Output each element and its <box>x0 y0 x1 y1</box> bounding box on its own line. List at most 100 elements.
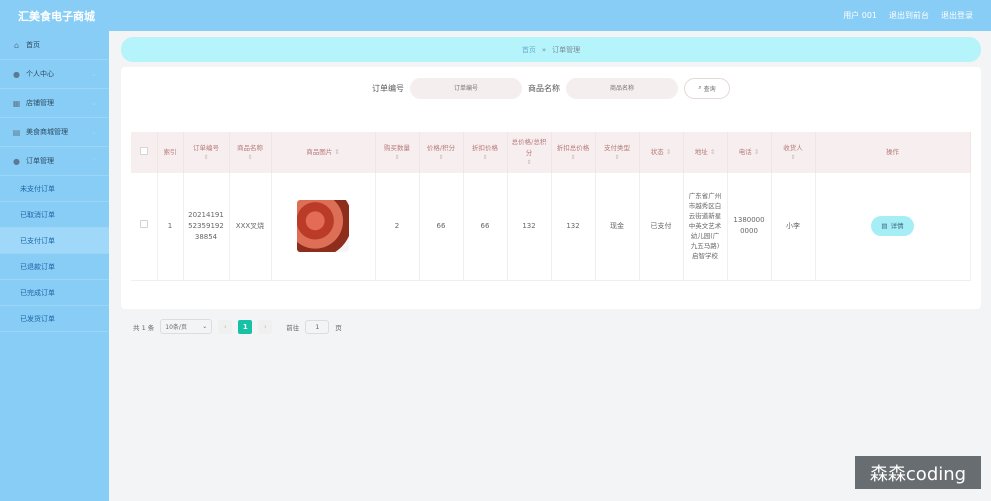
select-all-checkbox[interactable] <box>139 146 148 155</box>
cell-discount-price: 66 <box>463 173 508 281</box>
prev-page-button[interactable]: ‹ <box>218 319 233 334</box>
sort-icon[interactable]: ⇕ <box>710 148 715 156</box>
sidebar-subitem-paid[interactable]: 已支付订单 <box>0 228 109 254</box>
cell-address: 广东省广州市越秀区白云街道新星中英文艺术幼儿园(广九五马路)启智学校 <box>683 173 728 281</box>
cell-product-image <box>271 173 376 281</box>
breadcrumb-home[interactable]: 首页 <box>522 45 536 55</box>
search-button-label: 查询 <box>703 85 716 93</box>
search-bar: 订单编号 商品名称 ⌕ 查询 <box>121 77 981 99</box>
cell-pay-type: 现金 <box>595 173 640 281</box>
order-no-label: 订单编号 <box>372 83 404 93</box>
sort-icon[interactable]: ⇕ <box>598 153 637 163</box>
orders-table: 索引 订单编号 ⇕ 商品名称 ⇕ 商品图片 ⇕ 购买数量 ⇕ 价格/积分 ⇕ 折扣价格 ⇕… <box>131 132 971 281</box>
cell-price: 66 <box>419 173 464 281</box>
column-header[interactable]: 支付类型 ⇕ <box>595 132 640 173</box>
user-icon: ● <box>13 156 20 166</box>
column-header[interactable]: 价格/积分 ⇕ <box>419 132 464 173</box>
watermark: 森森coding <box>855 456 981 489</box>
breadcrumb-separator: » <box>541 45 547 54</box>
sort-icon[interactable]: ⇕ <box>554 153 593 163</box>
product-name-input[interactable] <box>566 77 678 99</box>
cell-discount-total: 132 <box>551 173 596 281</box>
column-header[interactable]: 折扣价格 ⇕ <box>463 132 508 173</box>
goto-label: 前往 <box>286 323 300 332</box>
sort-icon[interactable]: ⇕ <box>378 153 417 163</box>
sort-icon[interactable]: ⇕ <box>754 148 759 156</box>
sort-icon[interactable]: ⇕ <box>232 153 269 163</box>
search-button[interactable]: ⌕ 查询 <box>684 77 730 99</box>
chevron-down-icon: ⌄ <box>91 128 97 136</box>
column-header[interactable]: 地址 ⇕ <box>683 132 728 173</box>
page-size-select[interactable]: 10条/页 ⌄ <box>160 319 213 334</box>
page-number-button[interactable]: 1 <box>238 319 253 334</box>
pagination-total: 共 1 条 <box>133 323 155 332</box>
table-header-row: 索引 订单编号 ⇕ 商品名称 ⇕ 商品图片 ⇕ 购买数量 ⇕ 价格/积分 ⇕ 折扣价格 ⇕… <box>131 132 971 173</box>
breadcrumb: 首页 » 订单管理 <box>121 37 981 62</box>
back-to-front-link[interactable]: 退出到前台 <box>889 10 929 21</box>
cell-phone: 13800000000 <box>727 173 772 281</box>
food-thumbnail <box>297 200 349 253</box>
chevron-up-icon: ⌃ <box>91 157 97 165</box>
column-header[interactable]: 折扣总价格 ⇕ <box>551 132 596 173</box>
detail-button[interactable]: ▤ 详情 <box>871 216 914 237</box>
cell-status: 已支付 <box>639 173 684 281</box>
row-checkbox-cell <box>131 173 158 281</box>
sidebar-item-label: 订单管理 <box>26 157 54 165</box>
sidebar-subitem-unpaid[interactable]: 未支付订单 <box>0 176 109 202</box>
chevron-down-icon: ⌄ <box>91 70 97 78</box>
column-header[interactable]: 状态 ⇕ <box>639 132 684 173</box>
sidebar-subitem-refunded[interactable]: 已退款订单 <box>0 254 109 280</box>
column-header[interactable]: 总价格/总积分 ⇕ <box>507 132 552 173</box>
cell-actions: ▤ 详情 <box>815 173 971 281</box>
top-bar: 汇美食电子商城 用户 001 退出到前台 退出登录 <box>0 0 991 31</box>
page-unit-label: 页 <box>335 323 342 332</box>
sidebar-subitem-cancelled[interactable]: 已取消订单 <box>0 202 109 228</box>
column-header[interactable]: 电话 ⇕ <box>727 132 772 173</box>
detail-button-label: 详情 <box>890 222 904 231</box>
row-checkbox[interactable] <box>139 220 148 229</box>
chevron-down-icon: ⌄ <box>91 99 97 107</box>
sidebar-subitem-shipped[interactable]: 已发货订单 <box>0 306 109 332</box>
sidebar: ⌂ 首页 ● 个人中心 ⌄ ▦ 店铺管理 ⌄ ▤ 美食商城管理 ⌄ ● 订单管理… <box>0 31 109 501</box>
column-header[interactable]: 订单编号 ⇕ <box>183 132 230 173</box>
sort-icon[interactable]: ⇕ <box>422 153 461 163</box>
cell-total: 132 <box>507 173 552 281</box>
content-panel: 订单编号 商品名称 ⌕ 查询 索引 订单编号⇕ 商品名称⇕ <box>121 67 981 334</box>
sidebar-item-home[interactable]: ⌂ 首页 <box>0 31 109 60</box>
goto-page-input[interactable]: 1 <box>305 319 330 334</box>
cell-order-no: 202141915235919238854 <box>183 173 230 281</box>
sort-icon[interactable]: ⇕ <box>510 158 549 168</box>
sidebar-subitem-completed[interactable]: 已完成订单 <box>0 280 109 306</box>
select-all-cell <box>131 132 158 173</box>
sort-icon[interactable]: ⇕ <box>186 153 227 163</box>
column-header[interactable]: 商品名称 ⇕ <box>229 132 272 173</box>
cell-receiver: 小李 <box>771 173 816 281</box>
product-name-label: 商品名称 <box>528 83 560 93</box>
column-header[interactable]: 商品图片 ⇕ <box>271 132 376 173</box>
sort-icon[interactable]: ⇕ <box>774 153 813 163</box>
grid-icon: ▤ <box>12 127 21 137</box>
column-header: 操作 <box>815 132 971 173</box>
home-icon: ⌂ <box>13 40 20 50</box>
sidebar-item-stores[interactable]: ▦ 店铺管理 ⌄ <box>0 89 109 118</box>
document-icon: ▤ <box>881 222 888 231</box>
sidebar-item-profile[interactable]: ● 个人中心 ⌄ <box>0 60 109 89</box>
sort-icon[interactable]: ⇕ <box>666 148 671 156</box>
sort-icon[interactable]: ⇕ <box>466 153 505 163</box>
sidebar-item-orders[interactable]: ● 订单管理 ⌃ <box>0 147 109 176</box>
sort-icon[interactable]: ⇕ <box>334 148 339 156</box>
sidebar-item-label: 美食商城管理 <box>26 128 68 136</box>
main-area: 首页 » 订单管理 订单编号 商品名称 ⌕ 查询 索引 <box>109 31 991 501</box>
column-header: 索引 <box>157 132 184 173</box>
column-header[interactable]: 收货人 ⇕ <box>771 132 816 173</box>
top-links: 用户 001 退出到前台 退出登录 <box>843 10 973 21</box>
pagination: 共 1 条 10条/页 ⌄ ‹ 1 › 前往 1 页 <box>133 319 342 334</box>
user-icon: ● <box>13 69 20 79</box>
order-no-input[interactable] <box>410 77 522 99</box>
sidebar-item-food-mall[interactable]: ▤ 美食商城管理 ⌄ <box>0 118 109 147</box>
column-header[interactable]: 购买数量 ⇕ <box>375 132 420 173</box>
cell-index: 1 <box>157 173 184 281</box>
logout-link[interactable]: 退出登录 <box>941 10 973 21</box>
chevron-down-icon: ⌄ <box>202 323 208 330</box>
next-page-button[interactable]: › <box>258 319 273 334</box>
